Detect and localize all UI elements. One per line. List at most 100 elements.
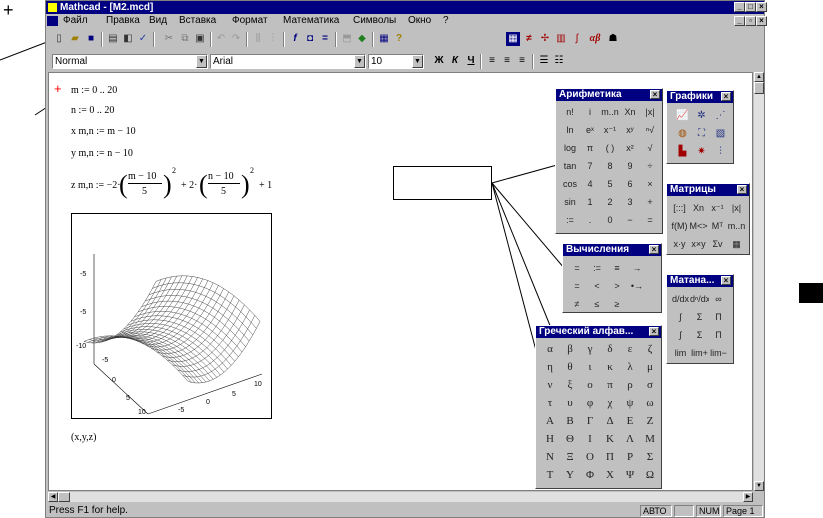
greek-letter-button[interactable]: Χ <box>600 466 620 484</box>
greek-letter-button[interactable]: π <box>600 376 620 394</box>
matrix-button[interactable]: x×y <box>689 235 708 253</box>
greek-letter-button[interactable]: σ <box>640 376 660 394</box>
calculator-palette-icon[interactable]: ▦ <box>506 32 520 46</box>
greek-letter-button[interactable]: ε <box>620 340 640 358</box>
greek-letter-button[interactable]: κ <box>600 358 620 376</box>
function-icon[interactable]: f <box>288 32 302 46</box>
evaluation-button[interactable]: = <box>567 259 587 277</box>
numbering-icon[interactable]: ☷ <box>552 54 566 68</box>
arithmetic-button[interactable]: 4 <box>580 175 600 193</box>
close-icon[interactable]: × <box>737 185 747 194</box>
matrix-button[interactable]: x·y <box>670 235 689 253</box>
greek-letter-button[interactable]: ω <box>640 394 660 412</box>
calculus-button[interactable]: ∫ <box>671 308 690 326</box>
greek-letter-button[interactable]: Ψ <box>620 466 640 484</box>
menu-help[interactable]: ? <box>443 14 449 28</box>
close-icon[interactable]: × <box>649 327 659 336</box>
greek-letter-button[interactable]: Τ <box>540 466 560 484</box>
calc-icon[interactable]: = <box>318 32 332 46</box>
greek-letter-button[interactable]: Ξ <box>560 448 580 466</box>
close-button[interactable]: × <box>756 2 767 12</box>
arithmetic-button[interactable]: π <box>580 139 600 157</box>
matrix-button[interactable]: ▦ <box>727 235 746 253</box>
align-left-icon[interactable]: ≡ <box>485 54 499 68</box>
matrix-button[interactable]: f(M) <box>670 217 689 235</box>
greek-letter-button[interactable]: Λ <box>620 430 640 448</box>
scatter-3d-icon[interactable]: ⛶ <box>692 125 711 143</box>
matrix-button[interactable]: m..n <box>727 217 746 235</box>
menu-math[interactable]: Математика <box>283 14 339 28</box>
arithmetic-button[interactable]: ( ) <box>600 139 620 157</box>
arithmetic-button[interactable]: Xn <box>620 103 640 121</box>
calculus-button[interactable]: Π <box>709 326 728 344</box>
y-definition[interactable]: y m,n := n − 10 <box>71 148 133 159</box>
calculus-button[interactable]: Π <box>709 308 728 326</box>
help-icon[interactable]: ? <box>392 32 406 46</box>
greek-letter-button[interactable]: Κ <box>600 430 620 448</box>
matrix-button[interactable]: Mᵀ <box>708 217 727 235</box>
greek-letter-button[interactable]: Ο <box>580 448 600 466</box>
greek-letter-button[interactable]: λ <box>620 358 640 376</box>
arithmetic-button[interactable]: 7 <box>580 157 600 175</box>
greek-letter-button[interactable]: ζ <box>640 340 660 358</box>
italic-button[interactable]: К <box>448 54 462 68</box>
evaluation-button[interactable]: •→ <box>627 277 647 295</box>
arithmetic-button[interactable]: ⁿ√ <box>640 121 660 139</box>
patch-plot-icon[interactable]: ✷ <box>692 143 711 161</box>
arithmetic-button[interactable]: eˣ <box>580 121 600 139</box>
greek-letter-button[interactable]: Δ <box>600 412 620 430</box>
align-bottom-icon[interactable]: ⫶ <box>266 32 280 46</box>
surface-plot[interactable]: -5 -5 -10 -5 0 5 10 -5 0 5 10 <box>71 213 272 419</box>
redo-icon[interactable]: ↷ <box>229 32 243 46</box>
close-icon[interactable]: × <box>650 90 660 99</box>
arithmetic-button[interactable]: ln <box>560 121 580 139</box>
calculus-palette-icon[interactable]: ∫ <box>570 32 584 46</box>
calculus-button[interactable]: d/dx <box>671 290 690 308</box>
evaluation-button[interactable]: → <box>627 259 647 277</box>
scroll-thumb[interactable] <box>58 492 70 502</box>
arithmetic-button[interactable]: 1 <box>580 193 600 211</box>
menu-file[interactable]: Файл <box>63 14 88 28</box>
style-select[interactable]: Normal ▼ <box>52 54 208 69</box>
greek-letter-button[interactable]: Ν <box>540 448 560 466</box>
arithmetic-button[interactable]: m..n <box>600 103 620 121</box>
calculus-button[interactable]: Σ <box>690 308 709 326</box>
arithmetic-button[interactable]: sin <box>560 193 580 211</box>
chevron-down-icon[interactable]: ▼ <box>196 55 207 68</box>
greek-letter-button[interactable]: ρ <box>620 376 640 394</box>
arithmetic-button[interactable]: 5 <box>600 175 620 193</box>
arithmetic-button[interactable]: 9 <box>620 157 640 175</box>
greek-letter-button[interactable]: α <box>540 340 560 358</box>
greek-letter-button[interactable]: Γ <box>580 412 600 430</box>
arithmetic-button[interactable]: 0 <box>600 211 620 229</box>
greek-letter-button[interactable]: Β <box>560 412 580 430</box>
calculus-button[interactable]: ∞ <box>709 290 728 308</box>
open-icon[interactable]: ▰ <box>68 32 82 46</box>
matrix-button[interactable]: |x| <box>727 199 746 217</box>
scroll-down-button[interactable]: ▼ <box>754 481 764 491</box>
greek-letter-button[interactable]: Μ <box>640 430 660 448</box>
menu-insert[interactable]: Вставка <box>179 14 216 28</box>
calculus-button[interactable]: ∫ <box>671 326 690 344</box>
greek-letter-button[interactable]: ξ <box>560 376 580 394</box>
doc-icon[interactable] <box>47 16 58 26</box>
scroll-up-button[interactable]: ▲ <box>754 72 764 82</box>
greek-letter-button[interactable]: ο <box>580 376 600 394</box>
calculus-button[interactable]: lim+ <box>690 344 709 362</box>
symbolic-palette-icon[interactable]: ☗ <box>606 32 620 46</box>
arithmetic-button[interactable]: √ <box>640 139 660 157</box>
new-icon[interactable]: ▯ <box>52 32 66 46</box>
arithmetic-button[interactable]: i <box>580 103 600 121</box>
undo-icon[interactable]: ↶ <box>214 32 228 46</box>
align-right-icon[interactable]: ≡ <box>515 54 529 68</box>
font-select[interactable]: Arial ▼ <box>210 54 366 69</box>
greek-letter-button[interactable]: Ε <box>620 412 640 430</box>
arithmetic-button[interactable]: 2 <box>600 193 620 211</box>
matrix-button[interactable]: M<> <box>689 217 708 235</box>
evaluation-palette-icon[interactable]: ≠ <box>522 32 536 46</box>
scroll-left-button[interactable]: ◀ <box>48 492 58 502</box>
menu-window[interactable]: Окно <box>408 14 431 28</box>
matrix-button[interactable]: Σv <box>708 235 727 253</box>
arithmetic-button[interactable]: log <box>560 139 580 157</box>
arithmetic-button[interactable]: ÷ <box>640 157 660 175</box>
